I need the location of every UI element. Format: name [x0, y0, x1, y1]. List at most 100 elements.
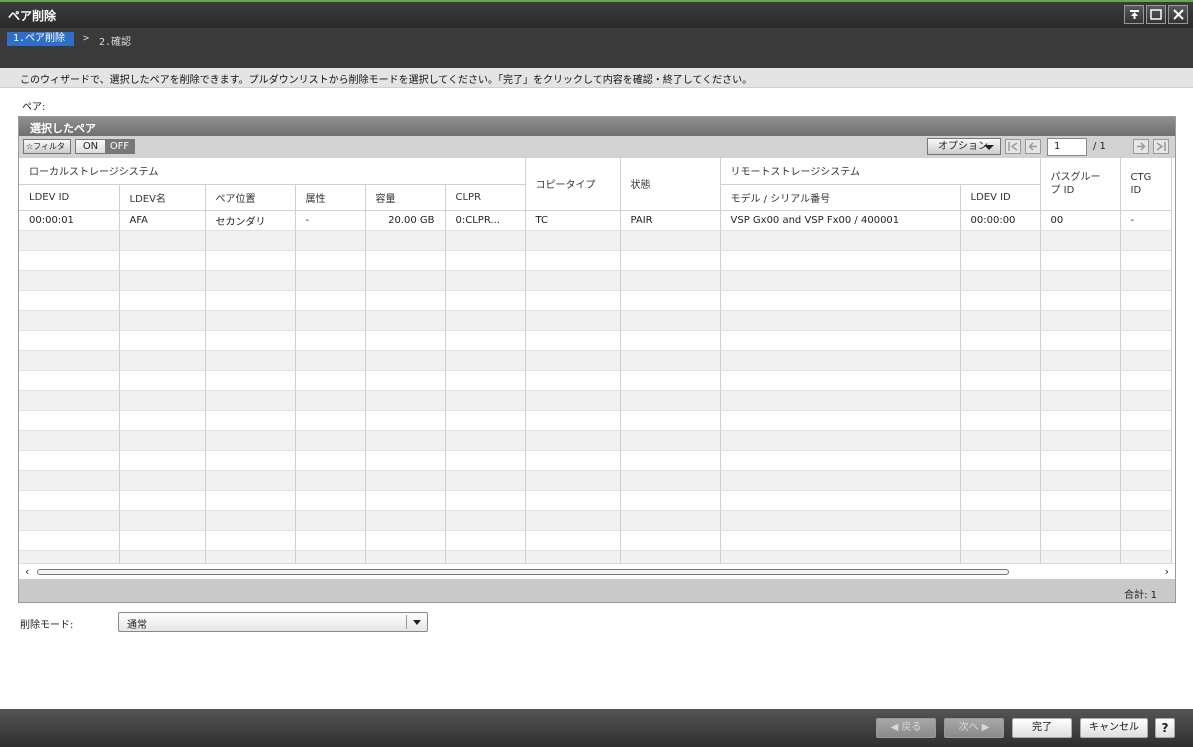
empty-cell [1120, 250, 1172, 271]
empty-cell [295, 410, 366, 431]
empty-cell [720, 390, 961, 411]
header-capacity[interactable]: 容量 [365, 184, 446, 211]
empty-cell [19, 270, 120, 291]
pairs-table: ローカルストレージシステム コピータイプ 状態 リモートストレージシステム パス… [19, 158, 1172, 563]
header-copy-type[interactable]: コピータイプ [525, 158, 621, 211]
empty-cell [720, 230, 961, 251]
header-clpr[interactable]: CLPR [445, 184, 526, 211]
empty-cell [1120, 330, 1172, 351]
empty-cell [365, 490, 446, 511]
empty-cell [960, 230, 1041, 251]
table-row-empty [19, 530, 1172, 551]
delete-mode-select[interactable]: 通常 [118, 612, 428, 632]
scroll-right-icon[interactable]: › [1165, 565, 1169, 578]
empty-cell [205, 490, 296, 511]
prev-page-button[interactable] [1025, 139, 1041, 154]
empty-cell [205, 470, 296, 491]
close-button[interactable] [1168, 5, 1188, 24]
empty-cell [295, 330, 366, 351]
empty-cell [295, 370, 366, 391]
empty-cell [620, 550, 721, 563]
header-ldev-name[interactable]: LDEV名 [119, 184, 206, 211]
empty-cell [205, 390, 296, 411]
empty-cell [365, 390, 446, 411]
scroll-left-icon[interactable]: ‹ [25, 565, 29, 578]
empty-cell [1040, 310, 1121, 331]
table-row-empty [19, 550, 1172, 563]
empty-cell [525, 350, 621, 371]
header-status[interactable]: 状態 [620, 158, 721, 211]
cell-path-group-id: 00 [1040, 210, 1121, 231]
empty-cell [19, 250, 120, 271]
table-row-empty [19, 370, 1172, 391]
header-path-group-id[interactable]: パスグループ ID [1040, 158, 1121, 211]
wizard-button-bar: ◀ 戻る 次へ ▶ 完了 キャンセル ? [0, 709, 1193, 747]
header-pair-position[interactable]: ペア位置 [205, 184, 296, 211]
empty-cell [620, 510, 721, 531]
window-title: ペア削除 [8, 9, 57, 23]
empty-cell [620, 410, 721, 431]
filter-off-button[interactable]: OFF [105, 140, 134, 153]
first-page-button[interactable] [1005, 139, 1021, 154]
empty-cell [1120, 390, 1172, 411]
empty-cell [525, 390, 621, 411]
empty-cell [960, 370, 1041, 391]
filter-button[interactable]: ☆フィルタ [23, 139, 71, 154]
empty-cell [295, 530, 366, 551]
empty-cell [525, 550, 621, 563]
header-ctg-id[interactable]: CTG ID [1120, 158, 1172, 211]
table-row-empty [19, 510, 1172, 531]
empty-cell [19, 490, 120, 511]
back-button[interactable]: ◀ 戻る [876, 718, 936, 738]
empty-cell [365, 470, 446, 491]
empty-cell [1040, 350, 1121, 371]
help-button[interactable]: ? [1155, 718, 1175, 738]
header-attribute[interactable]: 属性 [295, 184, 366, 211]
options-button[interactable]: オプション [927, 138, 1001, 155]
empty-cell [295, 250, 366, 271]
empty-cell [445, 410, 526, 431]
last-page-button[interactable] [1153, 139, 1169, 154]
options-label: オプション [938, 141, 988, 152]
empty-cell [525, 510, 621, 531]
empty-cell [960, 550, 1041, 563]
empty-cell [620, 270, 721, 291]
scrollbar-thumb[interactable] [37, 569, 1009, 575]
page-number-input[interactable]: 1 [1047, 138, 1087, 156]
empty-cell [119, 490, 206, 511]
finish-button[interactable]: 完了 [1012, 718, 1072, 738]
description-bar: このウィザードで、選択したペアを削除できます。プルダウンリストから削除モードを選… [0, 68, 1193, 88]
next-page-button[interactable] [1133, 139, 1149, 154]
header-ldev-id[interactable]: LDEV ID [19, 184, 120, 211]
empty-cell [19, 410, 120, 431]
header-model-serial[interactable]: モデル / シリアル番号 [720, 184, 961, 211]
empty-cell [119, 410, 206, 431]
cancel-button[interactable]: キャンセル [1080, 718, 1148, 738]
maximize-button[interactable] [1146, 5, 1166, 24]
table-row-empty [19, 350, 1172, 371]
header-remote-ldev-id[interactable]: LDEV ID [960, 184, 1041, 211]
empty-cell [365, 230, 446, 251]
empty-cell [119, 550, 206, 563]
empty-cell [1040, 270, 1121, 291]
empty-cell [205, 430, 296, 451]
empty-cell [620, 430, 721, 451]
empty-cell [19, 530, 120, 551]
empty-cell [620, 350, 721, 371]
empty-cell [1040, 450, 1121, 471]
header-local-storage: ローカルストレージシステム [19, 158, 526, 185]
empty-cell [295, 290, 366, 311]
empty-cell [720, 510, 961, 531]
empty-cell [445, 450, 526, 471]
window-titlebar: ペア削除 [0, 0, 1193, 28]
empty-cell [1120, 550, 1172, 563]
empty-cell [205, 450, 296, 471]
empty-cell [1040, 510, 1121, 531]
next-button[interactable]: 次へ ▶ [944, 718, 1004, 738]
empty-cell [525, 410, 621, 431]
filter-on-button[interactable]: ON [76, 140, 105, 153]
cell-model-serial: VSP Gx00 and VSP Fx00 / 400001 [720, 210, 961, 231]
table-row[interactable]: 00:00:01 AFA セカンダリ - 20.00 GB 0:CLPR... … [19, 210, 1172, 231]
pin-top-button[interactable] [1124, 5, 1144, 24]
horizontal-scrollbar[interactable]: ‹ › [19, 563, 1175, 579]
